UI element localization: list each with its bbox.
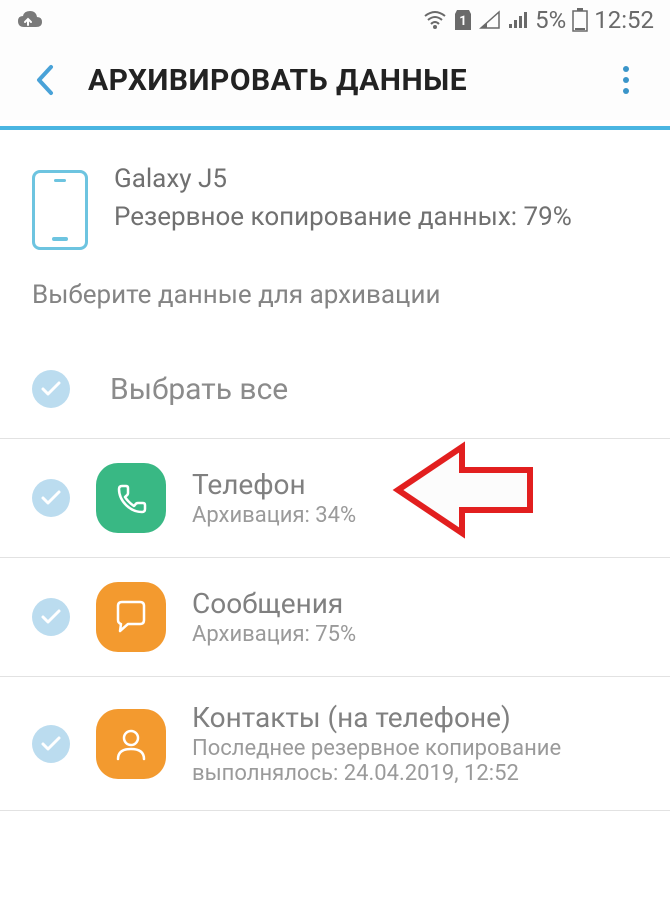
select-all-label: Выбрать все xyxy=(110,372,288,407)
signal-icon-2 xyxy=(507,10,529,30)
instruction-text: Выберите данные для архивации xyxy=(0,274,670,340)
back-button[interactable] xyxy=(24,60,64,100)
checkbox-contacts[interactable] xyxy=(32,725,70,763)
cloud-icon xyxy=(16,9,44,31)
signal-icon-1 xyxy=(479,10,501,30)
phone-device-icon xyxy=(32,170,88,250)
svg-text:1: 1 xyxy=(459,14,466,29)
checkbox-phone[interactable] xyxy=(32,479,70,517)
more-button[interactable] xyxy=(606,60,646,100)
item-sub: Архивация: 75% xyxy=(192,622,638,647)
select-all-row[interactable]: Выбрать все xyxy=(0,340,670,439)
app-bar: АРХИВИРОВАТЬ ДАННЫЕ xyxy=(0,40,670,120)
list-item-contacts[interactable]: Контакты (на телефоне) Последнее резервн… xyxy=(0,677,670,811)
annotation-arrow xyxy=(390,435,540,545)
list-item-phone[interactable]: Телефон Архивация: 34% xyxy=(0,439,670,558)
page-title: АРХИВИРОВАТЬ ДАННЫЕ xyxy=(88,63,467,98)
device-info: Galaxy J5 Резервное копирование данных: … xyxy=(0,130,670,274)
select-all-checkbox[interactable] xyxy=(32,370,70,408)
time: 12:52 xyxy=(594,6,654,34)
battery-icon xyxy=(572,8,588,32)
item-title: Сообщения xyxy=(192,587,638,620)
item-title: Контакты (на телефоне) xyxy=(192,701,638,734)
device-name: Galaxy J5 xyxy=(114,164,572,194)
list-item-messages[interactable]: Сообщения Архивация: 75% xyxy=(0,558,670,677)
item-sub: Последнее резервное копирование выполнял… xyxy=(192,736,638,786)
messages-app-icon xyxy=(96,582,166,652)
wifi-icon xyxy=(423,10,447,30)
contacts-app-icon xyxy=(96,709,166,779)
data-list: Выбрать все Телефон Архивация: 34% Сообщ… xyxy=(0,340,670,811)
status-bar: 1 5% 12:52 xyxy=(0,0,670,40)
device-backup-status: Резервное копирование данных: 79% xyxy=(114,200,572,235)
phone-app-icon xyxy=(96,463,166,533)
checkbox-messages[interactable] xyxy=(32,598,70,636)
sim-icon: 1 xyxy=(453,8,473,32)
battery-percent: 5% xyxy=(535,6,566,34)
